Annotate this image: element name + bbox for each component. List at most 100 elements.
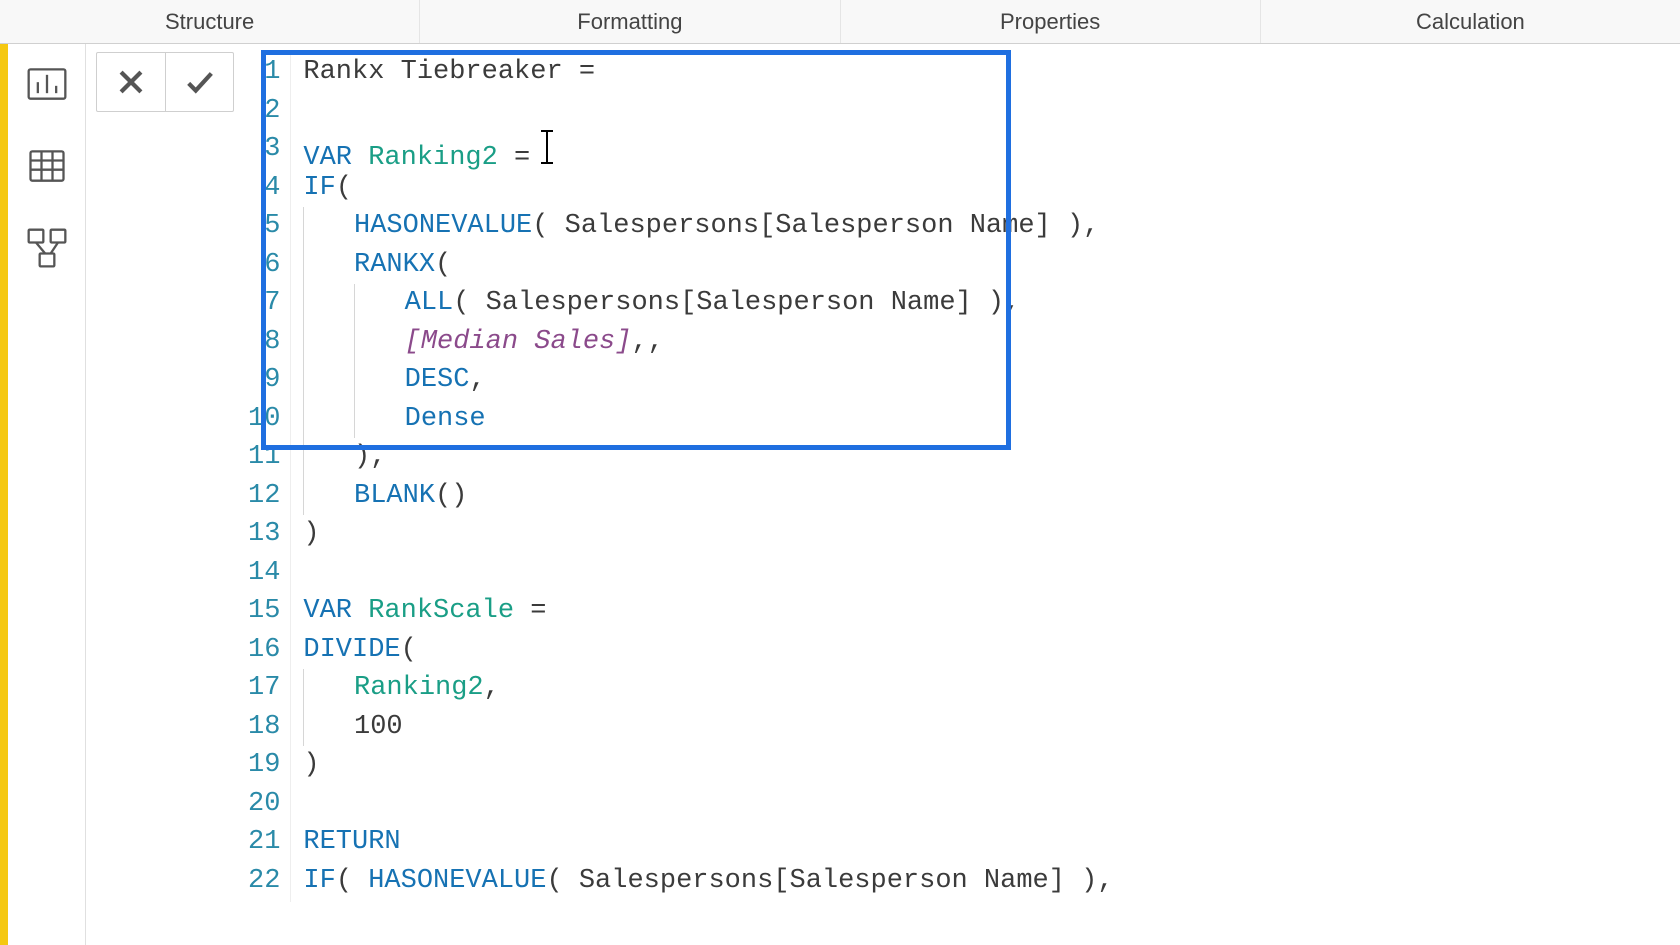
code-line[interactable]: ) — [303, 746, 1113, 785]
main-area: 12345678910111213141516171819202122 Rank… — [0, 44, 1680, 945]
code-line[interactable] — [303, 554, 1113, 593]
token-punc: ), — [354, 442, 386, 472]
token-num: 100 — [354, 712, 403, 742]
token-var: RankScale — [368, 596, 514, 626]
token-punc: ), — [972, 288, 1021, 318]
code-lines[interactable]: Rankx Tiebreaker = VAR Ranking2 = IF( HA… — [291, 51, 1113, 902]
token-name: Salespersons[Salesperson Name] — [565, 211, 1051, 241]
code-line[interactable]: IF( HASONEVALUE( Salespersons[Salesperso… — [303, 862, 1113, 901]
code-line[interactable]: RETURN — [303, 823, 1113, 862]
token-punc: ), — [1065, 866, 1114, 896]
code-line[interactable]: DESC, — [303, 361, 1113, 400]
report-view-icon[interactable] — [25, 62, 69, 106]
token-func: IF — [303, 866, 335, 896]
code-line[interactable]: VAR Ranking2 = — [303, 130, 1113, 169]
ribbon-tab-properties[interactable]: Properties — [841, 0, 1261, 43]
line-number: 21 — [246, 823, 282, 862]
code-line[interactable]: Dense — [303, 400, 1113, 439]
line-number: 12 — [246, 477, 282, 516]
check-icon — [183, 65, 217, 99]
token-func: BLANK — [354, 481, 435, 511]
code-line[interactable]: Ranking2, — [303, 669, 1113, 708]
editor-region: 12345678910111213141516171819202122 Rank… — [86, 44, 1680, 945]
cancel-button[interactable] — [97, 53, 165, 111]
line-number: 3 — [246, 130, 282, 169]
line-number: 5 — [246, 207, 282, 246]
line-number: 17 — [246, 669, 282, 708]
line-number: 13 — [246, 515, 282, 554]
line-number: 22 — [246, 862, 282, 901]
token-punc: ,, — [631, 327, 663, 357]
token-func: RANKX — [354, 250, 435, 280]
dax-code-editor[interactable]: 12345678910111213141516171819202122 Rank… — [240, 51, 1114, 902]
token-var: Ranking2 — [368, 143, 498, 173]
code-line[interactable]: VAR RankScale = — [303, 592, 1113, 631]
line-number: 11 — [246, 438, 282, 477]
token-plain — [352, 143, 368, 173]
token-func: IF — [303, 173, 335, 203]
code-line[interactable]: IF( — [303, 169, 1113, 208]
token-func: HASONEVALUE — [354, 211, 532, 241]
ribbon-tab-structure[interactable]: Structure — [0, 0, 420, 43]
token-func: DIVIDE — [303, 635, 400, 665]
line-number: 2 — [246, 92, 282, 131]
token-name: Salespersons[Salesperson Name] — [486, 288, 972, 318]
line-number: 19 — [246, 746, 282, 785]
token-punc: ( — [401, 635, 417, 665]
token-punc: ( — [435, 250, 451, 280]
code-line[interactable] — [303, 785, 1113, 824]
line-number: 9 — [246, 361, 282, 400]
line-number: 14 — [246, 554, 282, 593]
token-punc: ( — [546, 866, 578, 896]
line-number: 10 — [246, 400, 282, 439]
code-line[interactable]: ) — [303, 515, 1113, 554]
formula-commit-buttons — [96, 52, 234, 112]
code-line[interactable]: DIVIDE( — [303, 631, 1113, 670]
text-cursor — [546, 130, 548, 164]
token-punc: ( — [336, 866, 368, 896]
token-name: Rankx Tiebreaker — [303, 57, 562, 87]
code-line[interactable] — [303, 92, 1113, 131]
line-number: 1 — [246, 53, 282, 92]
token-kw: VAR — [303, 596, 352, 626]
code-line[interactable]: HASONEVALUE( Salespersons[Salesperson Na… — [303, 207, 1113, 246]
code-line[interactable]: BLANK() — [303, 477, 1113, 516]
token-punc: ( — [453, 288, 485, 318]
line-number-gutter: 12345678910111213141516171819202122 — [240, 51, 291, 902]
token-func: HASONEVALUE — [368, 866, 546, 896]
code-line[interactable]: [Median Sales],, — [303, 323, 1113, 362]
token-punc: ( — [336, 173, 352, 203]
token-punc: ( — [532, 211, 564, 241]
commit-button[interactable] — [165, 53, 233, 111]
code-line[interactable]: 100 — [303, 708, 1113, 747]
code-line[interactable]: RANKX( — [303, 246, 1113, 285]
line-number: 20 — [246, 785, 282, 824]
model-view-icon[interactable] — [25, 226, 69, 270]
data-view-icon[interactable] — [25, 144, 69, 188]
token-punc: , — [469, 365, 485, 395]
line-number: 7 — [246, 284, 282, 323]
token-func: ALL — [405, 288, 454, 318]
token-plain — [352, 596, 368, 626]
code-line[interactable]: ), — [303, 438, 1113, 477]
token-var: Ranking2 — [354, 673, 484, 703]
code-line[interactable]: ALL( Salespersons[Salesperson Name] ), — [303, 284, 1113, 323]
line-number: 4 — [246, 169, 282, 208]
token-punc: ), — [1051, 211, 1100, 241]
line-number: 15 — [246, 592, 282, 631]
view-switcher — [8, 44, 86, 945]
token-kw: RETURN — [303, 827, 400, 857]
token-plain: = — [498, 143, 547, 173]
ribbon-tab-formatting[interactable]: Formatting — [420, 0, 840, 43]
token-punc: , — [484, 673, 500, 703]
token-meas: [Median Sales] — [405, 327, 632, 357]
ribbon-tabs: Structure Formatting Properties Calculat… — [0, 0, 1680, 44]
token-punc: ) — [303, 750, 319, 780]
token-kw: DESC — [405, 365, 470, 395]
token-kw: Dense — [405, 404, 486, 434]
token-name: Salespersons[Salesperson Name] — [579, 866, 1065, 896]
code-line[interactable]: Rankx Tiebreaker = — [303, 53, 1113, 92]
ribbon-tab-calculation[interactable]: Calculation — [1261, 0, 1680, 43]
line-number: 6 — [246, 246, 282, 285]
line-number: 8 — [246, 323, 282, 362]
